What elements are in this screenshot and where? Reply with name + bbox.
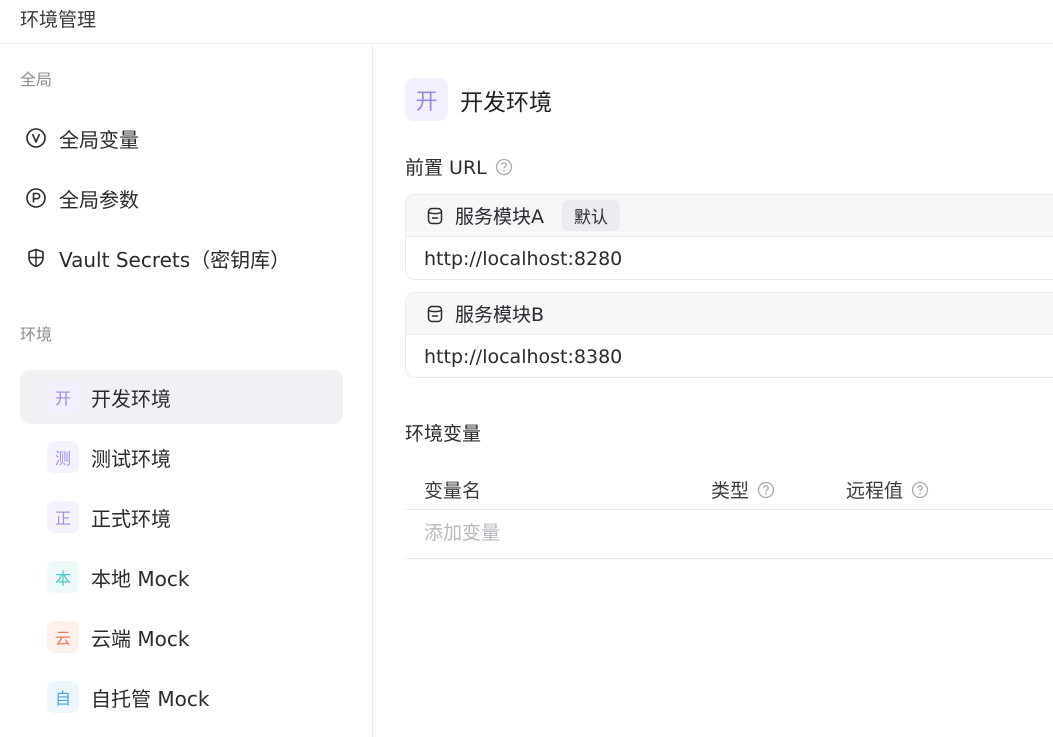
sidebar-item-dev-env[interactable]: 开 开发环境 [20, 370, 343, 424]
sidebar-item-global-params[interactable]: 全局参数 [20, 171, 343, 225]
env-badge: 本 [47, 561, 79, 593]
add-variable-input[interactable] [424, 522, 724, 544]
service-card-header: 服务模块B [406, 293, 1053, 335]
prefix-url-label: 前置 URL [405, 157, 487, 179]
sidebar-item-local-mock[interactable]: 本 本地 Mock [20, 550, 343, 604]
top-bar: 环境管理 [0, 0, 1053, 44]
col-remote-label: 远程值 [846, 480, 904, 502]
service-card-header: 服务模块A 默认 [406, 195, 1053, 237]
sidebar-item-test-env[interactable]: 测 测试环境 [20, 430, 343, 484]
database-icon [424, 205, 446, 227]
service-card-a[interactable]: 服务模块A 默认 http://localhost:8280 [405, 194, 1053, 280]
col-type-label: 类型 [711, 480, 750, 502]
service-url[interactable]: http://localhost:8280 [406, 237, 1053, 279]
sidebar-item-vault-secrets[interactable]: Vault Secrets（密钥库） [20, 231, 343, 285]
p-circle-icon [25, 187, 47, 209]
env-name[interactable]: 开发环境 [460, 83, 552, 117]
service-card-b[interactable]: 服务模块B http://localhost:8380 [405, 292, 1053, 378]
env-badge: 开 [47, 381, 79, 413]
database-icon [424, 303, 446, 325]
env-badge: 正 [47, 501, 79, 533]
section-label-global: 全局 [20, 70, 53, 89]
service-url[interactable]: http://localhost:8380 [406, 335, 1053, 377]
env-badge: 测 [47, 441, 79, 473]
sidebar-item-label: 全局参数 [59, 187, 139, 212]
sidebar-item-label: 本地 Mock [91, 566, 190, 591]
help-icon[interactable] [495, 158, 513, 176]
section-label-env: 环境 [20, 325, 53, 344]
env-badge: 自 [47, 681, 79, 713]
sidebar-item-global-variables[interactable]: 全局变量 [20, 111, 343, 165]
service-name: 服务模块B [455, 304, 545, 326]
sidebar: 全局 全局变量 全局参数 Vault Secrets（密钥库） 环境 开 开发环… [0, 44, 373, 737]
col-type: 类型 [711, 476, 775, 503]
help-icon[interactable] [911, 481, 929, 499]
default-tag: 默认 [562, 200, 620, 231]
main-panel: 开 开发环境 前置 URL 服务模块A 默认 http://localhost:… [374, 44, 1053, 737]
page-title: 环境管理 [20, 9, 97, 31]
service-name: 服务模块A [455, 206, 544, 228]
env-header: 开 开发环境 [405, 78, 552, 121]
col-variable-name: 变量名 [424, 480, 482, 502]
v-circle-icon [25, 127, 47, 149]
sidebar-item-label: 测试环境 [91, 446, 171, 471]
shield-icon [25, 247, 47, 269]
prefix-url-title: 前置 URL [405, 153, 513, 180]
sidebar-item-label: 全局变量 [59, 127, 139, 152]
sidebar-item-label: 正式环境 [91, 506, 171, 531]
env-header-badge: 开 [405, 78, 448, 121]
env-badge: 云 [47, 621, 79, 653]
sidebar-item-label: 云端 Mock [91, 626, 190, 651]
sidebar-item-cloud-mock[interactable]: 云 云端 Mock [20, 610, 343, 664]
help-icon[interactable] [757, 481, 775, 499]
sidebar-item-label: 自托管 Mock [91, 686, 210, 711]
sidebar-item-label: 开发环境 [91, 386, 171, 411]
env-vars-table-header: 变量名 类型 远程值 [405, 464, 1053, 510]
sidebar-item-prod-env[interactable]: 正 正式环境 [20, 490, 343, 544]
env-vars-title: 环境变量 [405, 423, 482, 445]
sidebar-item-self-hosted-mock[interactable]: 自 自托管 Mock [20, 670, 343, 724]
sidebar-item-label: Vault Secrets（密钥库） [59, 247, 291, 272]
add-variable-row [405, 510, 1053, 559]
col-remote-value: 远程值 [846, 476, 929, 503]
